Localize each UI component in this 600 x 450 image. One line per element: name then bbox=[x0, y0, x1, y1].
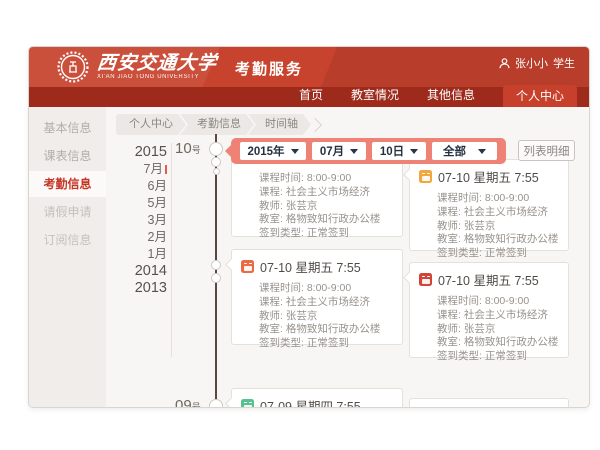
sidebar: 基本信息 课表信息 考勤信息 请假申请 订阅信息 bbox=[29, 107, 106, 407]
nav-item-other-info[interactable]: 其他信息 bbox=[427, 86, 475, 107]
person-icon bbox=[499, 58, 510, 69]
card-row-course: 课程: 社会主义市场经济 bbox=[410, 309, 568, 323]
card-row-teacher: 教师: 张芸京 bbox=[410, 220, 568, 234]
chevron-down-icon bbox=[410, 149, 418, 154]
card-row-course: 课程: 社会主义市场经济 bbox=[232, 296, 402, 310]
main-nav: 首页 教室情况 其他信息 个人中心 bbox=[29, 87, 589, 107]
card-row-checkin-type: 签到类型: 正常签到 bbox=[410, 247, 568, 261]
header-banner: 西安交通大学 XI'AN JIAO TONG UNIVERSITY 考勤服务 张… bbox=[29, 47, 589, 87]
university-name: 西安交通大学 XI'AN JIAO TONG UNIVERSITY bbox=[97, 55, 217, 80]
card-title: 07-10 星期五 7:55 bbox=[438, 270, 539, 289]
list-detail-button[interactable]: 列表明细 bbox=[518, 140, 575, 161]
card-row-teacher: 教师: 张芸京 bbox=[232, 310, 402, 324]
user-menu[interactable]: 张小小 学生 bbox=[499, 55, 575, 71]
year-dropdown[interactable]: 2015年 bbox=[240, 142, 306, 160]
type-dropdown[interactable]: 全部 bbox=[432, 142, 497, 160]
app-title: 考勤服务 bbox=[235, 56, 303, 79]
calendar-icon bbox=[241, 260, 254, 273]
breadcrumb-attendance-info[interactable]: 考勤信息 bbox=[180, 114, 254, 135]
current-month-tick bbox=[165, 165, 167, 174]
chevron-down-icon bbox=[350, 149, 358, 154]
nav-item-home[interactable]: 首页 bbox=[299, 86, 323, 107]
university-brand: 西安交通大学 XI'AN JIAO TONG UNIVERSITY 考勤服务 bbox=[57, 47, 303, 87]
card-row-checkin-type: 签到类型: 正常签到 bbox=[232, 227, 402, 241]
attendance-card[interactable]: 07-10 星期五 7:55 课程时间: 8:00-9:00 课程: 社会主义市… bbox=[409, 159, 569, 251]
card-row-course-time: 课程时间: 8:00-9:00 bbox=[410, 295, 568, 309]
card-row-classroom: 教室: 格物致知行政办公楼 bbox=[410, 336, 568, 350]
card-row-checkin-type: 签到类型: 正常签到 bbox=[410, 350, 568, 364]
university-logo-icon bbox=[57, 51, 89, 83]
card-title-row: 07-10 星期五 7:55 bbox=[232, 250, 402, 279]
card-title-row: 07-10 星期五 7:55 bbox=[410, 160, 568, 189]
timeline-scale: 2015 7月 6月 5月 3月 2月 1月 2014 2013 bbox=[114, 144, 167, 297]
timeline-node-small[interactable] bbox=[213, 168, 220, 175]
card-row-classroom: 教室: 格物致知行政办公楼 bbox=[410, 233, 568, 247]
scale-year-2013[interactable]: 2013 bbox=[114, 280, 167, 297]
scale-month-7[interactable]: 7月 bbox=[114, 161, 167, 178]
timeline-node-card-right[interactable] bbox=[211, 273, 221, 283]
card-row-checkin-type: 签到类型: 正常签到 bbox=[232, 337, 402, 351]
card-row-course-time: 课程时间: 8:00-9:00 bbox=[232, 282, 402, 296]
scale-month-2[interactable]: 2月 bbox=[114, 229, 167, 246]
timeline-node-card-left[interactable] bbox=[211, 260, 221, 270]
nav-tab-personal-center[interactable]: 个人中心 bbox=[503, 85, 577, 107]
filter-bar-tail bbox=[225, 145, 231, 157]
timeline-node-day09[interactable] bbox=[209, 399, 223, 408]
scale-year-2014[interactable]: 2014 bbox=[114, 263, 167, 280]
filter-bar: 2015年 07月 10日 全部 bbox=[231, 138, 506, 164]
day-marker-10[interactable]: 10号 bbox=[175, 140, 201, 158]
calendar-icon bbox=[419, 273, 432, 286]
content-area: 基本信息 课表信息 考勤信息 请假申请 订阅信息 个人中心 考勤信息 时间轴 2… bbox=[29, 107, 589, 407]
card-row-teacher: 教师: 张芸京 bbox=[410, 323, 568, 337]
app-window: 西安交通大学 XI'AN JIAO TONG UNIVERSITY 考勤服务 张… bbox=[28, 46, 590, 408]
scale-month-3[interactable]: 3月 bbox=[114, 212, 167, 229]
card-title: 07-09 星期四 7:55 bbox=[260, 396, 361, 408]
university-name-en: XI'AN JIAO TONG UNIVERSITY bbox=[97, 74, 217, 80]
day-marker-09[interactable]: 09号 bbox=[175, 397, 201, 408]
sidebar-item-basic-info[interactable]: 基本信息 bbox=[29, 115, 106, 141]
breadcrumb-personal-center[interactable]: 个人中心 bbox=[116, 114, 186, 135]
card-title: 07-10 星期五 7:55 bbox=[438, 167, 539, 186]
breadcrumb: 个人中心 考勤信息 时间轴 bbox=[116, 114, 320, 135]
day-dropdown[interactable]: 10日 bbox=[372, 142, 426, 160]
scale-year-2015[interactable]: 2015 bbox=[114, 144, 167, 161]
attendance-card-partial[interactable]: 07-09 星期四 7:55 bbox=[231, 388, 403, 408]
calendar-icon bbox=[241, 399, 254, 408]
attendance-card[interactable]: 07-10 星期五 7:55 课程时间: 8:00-9:00 课程: 社会主义市… bbox=[231, 249, 403, 345]
university-name-zh: 西安交通大学 bbox=[96, 55, 218, 73]
card-row-classroom: 教室: 格物致知行政办公楼 bbox=[232, 213, 402, 227]
attendance-card[interactable]: 07-10 星期五 7:55 课程时间: 8:00-9:00 课程: 社会主义市… bbox=[409, 262, 569, 358]
card-title-row: 07-10 星期五 7:55 bbox=[410, 263, 568, 292]
card-row-classroom: 教室: 格物致知行政办公楼 bbox=[232, 323, 402, 337]
card-row-course-time: 课程时间: 8:00-9:00 bbox=[232, 172, 402, 186]
scale-month-5[interactable]: 5月 bbox=[114, 195, 167, 212]
nav-item-classrooms[interactable]: 教室情况 bbox=[351, 86, 399, 107]
sidebar-item-subscription-info[interactable]: 订阅信息 bbox=[29, 227, 106, 253]
scale-month-6[interactable]: 6月 bbox=[114, 178, 167, 195]
card-row-course: 课程: 社会主义市场经济 bbox=[232, 186, 402, 200]
user-role: 学生 bbox=[553, 55, 575, 71]
timeline-node-medium[interactable] bbox=[211, 157, 221, 167]
card-title: 07-10 星期五 7:55 bbox=[260, 257, 361, 276]
chevron-down-icon bbox=[291, 149, 299, 154]
card-row-teacher: 教师: 张芸京 bbox=[232, 200, 402, 214]
month-dropdown[interactable]: 07月 bbox=[312, 142, 366, 160]
card-row-course: 课程: 社会主义市场经济 bbox=[410, 206, 568, 220]
sidebar-item-leave-request[interactable]: 请假申请 bbox=[29, 199, 106, 225]
timeline-node-large[interactable] bbox=[209, 142, 223, 156]
sidebar-item-attendance-info[interactable]: 考勤信息 bbox=[29, 171, 106, 197]
chevron-down-icon bbox=[478, 149, 486, 154]
attendance-card-partial[interactable] bbox=[409, 398, 569, 408]
scale-divider-line bbox=[171, 143, 172, 357]
calendar-icon bbox=[419, 170, 432, 183]
breadcrumb-timeline[interactable]: 时间轴 bbox=[248, 114, 311, 135]
breadcrumb-chevron-icon bbox=[308, 117, 322, 131]
scale-month-1[interactable]: 1月 bbox=[114, 246, 167, 263]
sidebar-item-schedule-info[interactable]: 课表信息 bbox=[29, 143, 106, 169]
card-row-course-time: 课程时间: 8:00-9:00 bbox=[410, 192, 568, 206]
user-name: 张小小 bbox=[515, 55, 548, 71]
card-title-row: 07-09 星期四 7:55 bbox=[232, 389, 402, 408]
